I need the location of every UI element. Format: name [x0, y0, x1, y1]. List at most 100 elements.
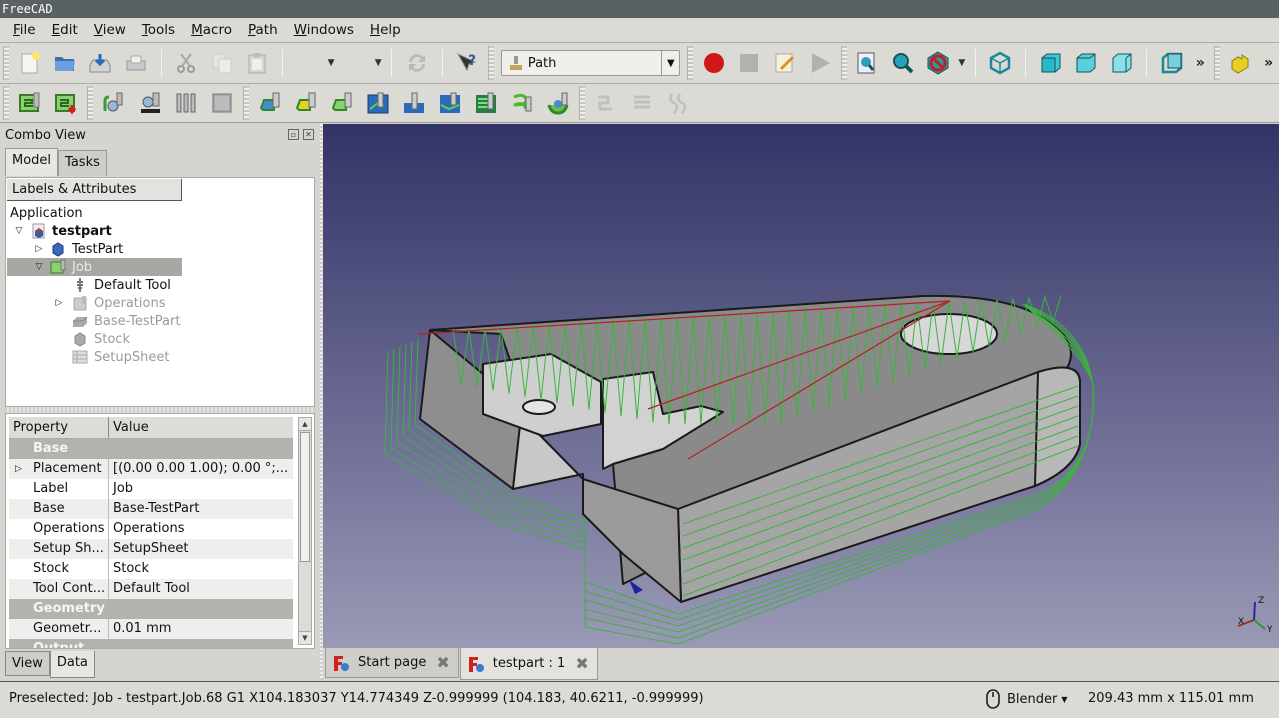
tab-testpart[interactable]: testpart : 1 ✖ [459, 648, 598, 680]
toolbar-grip[interactable] [840, 46, 847, 80]
tab-data[interactable]: Data [49, 651, 95, 678]
close-tab-icon[interactable]: ✖ [436, 653, 449, 672]
property-scrollbar[interactable]: ▲ ▼ [298, 417, 312, 645]
adaptive-button[interactable] [543, 88, 573, 118]
redo-button[interactable] [340, 48, 369, 78]
macro-edit-button[interactable] [770, 48, 799, 78]
property-value[interactable]: Job [109, 479, 293, 499]
fit-all-button[interactable] [853, 48, 882, 78]
property-value[interactable]: Operations [109, 519, 293, 539]
draw-style-button[interactable] [924, 48, 953, 78]
tool-library-button[interactable] [171, 88, 201, 118]
tree-item-testpart[interactable]: ▽ testpart [12, 222, 112, 240]
property-value[interactable]: Base-TestPart [109, 499, 293, 519]
open-file-button[interactable] [50, 48, 79, 78]
collapse-arrow[interactable]: ▽ [32, 262, 46, 272]
fit-selection-button[interactable] [888, 48, 917, 78]
sanity-check-button[interactable] [207, 88, 237, 118]
property-row-base[interactable]: Base Base-TestPart [9, 499, 293, 519]
value-column-header[interactable]: Value [109, 417, 293, 438]
toolbar-grip[interactable] [579, 86, 585, 120]
property-value[interactable]: 0.01 mm [109, 619, 293, 639]
stack-button[interactable] [627, 88, 657, 118]
property-group-base[interactable]: Base [9, 439, 293, 459]
undo-dropdown[interactable]: ▼ [325, 48, 337, 78]
tree-item-stock[interactable]: Stock [72, 330, 130, 348]
property-row-label[interactable]: Label Job [9, 479, 293, 499]
top-view-button[interactable] [1072, 48, 1101, 78]
scrollbar-thumb[interactable] [300, 432, 310, 562]
tree-item-setupsheet[interactable]: SetupSheet [72, 348, 169, 366]
paste-button[interactable] [242, 48, 271, 78]
tree-header[interactable]: Labels & Attributes [7, 179, 182, 201]
property-row-tool-controller[interactable]: Tool Cont... Default Tool [9, 579, 293, 599]
part-workbench-button[interactable] [1226, 48, 1255, 78]
property-row-operations[interactable]: Operations Operations [9, 519, 293, 539]
menu-macro[interactable]: Macro [191, 22, 232, 38]
tree-item-default-tool[interactable]: Default Tool [72, 276, 171, 294]
save-button[interactable] [86, 48, 115, 78]
path-dressup-button[interactable] [663, 88, 693, 118]
front-view-button[interactable] [1036, 48, 1065, 78]
macro-record-button[interactable] [699, 48, 728, 78]
expand-arrow[interactable]: ▷ [52, 298, 66, 308]
scroll-up-button[interactable]: ▲ [299, 418, 311, 431]
profile-edges-button[interactable] [327, 88, 357, 118]
rear-view-button[interactable] [1157, 48, 1186, 78]
toolbar-grip[interactable] [487, 46, 494, 80]
menu-path[interactable]: Path [248, 22, 278, 38]
property-value[interactable]: Stock [109, 559, 293, 579]
post-process-button[interactable] [51, 88, 81, 118]
property-row-geometry-tolerance[interactable]: Geometr... 0.01 mm [9, 619, 293, 639]
property-value[interactable]: [(0.00 0.00 1.00); 0.00 °;... [109, 459, 293, 479]
scroll-down-button[interactable]: ▼ [299, 631, 311, 644]
property-group-output[interactable]: Output [9, 639, 293, 648]
property-column-header[interactable]: Property [9, 417, 109, 438]
toolbar-grip[interactable] [87, 86, 93, 120]
3d-viewport[interactable]: Z X Y [323, 124, 1279, 648]
toolbar-grip[interactable] [243, 86, 249, 120]
tree-item-testpart-body[interactable]: ▷ TestPart [32, 240, 123, 258]
tree-item-job[interactable]: ▽ Job [7, 258, 182, 276]
close-panel-button[interactable]: ✕ [303, 129, 314, 140]
property-value[interactable]: Default Tool [109, 579, 293, 599]
isometric-view-button[interactable] [986, 48, 1015, 78]
helix-button[interactable] [507, 88, 537, 118]
inspect-gcode-button[interactable] [99, 88, 129, 118]
workbench-dropdown-caret[interactable]: ▼ [661, 51, 679, 75]
right-view-button[interactable] [1107, 48, 1136, 78]
macro-run-button[interactable] [805, 48, 834, 78]
job-button[interactable] [15, 88, 45, 118]
property-row-setup-sheet[interactable]: Setup Sh... SetupSheet [9, 539, 293, 559]
profile-contour-button[interactable] [291, 88, 321, 118]
navigation-style-selector[interactable]: Blender ▼ [986, 689, 1068, 709]
drilling-button[interactable] [399, 88, 429, 118]
collapse-arrow[interactable]: ▽ [12, 226, 26, 236]
tab-model[interactable]: Model [5, 148, 59, 176]
menu-windows[interactable]: Windows [294, 22, 354, 38]
expand-arrow[interactable]: ▷ [32, 244, 46, 254]
property-group-geometry[interactable]: Geometry [9, 599, 293, 619]
toolbar-grip[interactable] [687, 46, 694, 80]
property-value[interactable]: SetupSheet [109, 539, 293, 559]
menu-tools[interactable]: Tools [142, 22, 175, 38]
copy-button[interactable] [207, 48, 236, 78]
dressup-button[interactable] [591, 88, 621, 118]
simulator-button[interactable] [135, 88, 165, 118]
engrave-button[interactable] [435, 88, 465, 118]
face-mill-button[interactable] [471, 88, 501, 118]
toolbar-grip[interactable] [1213, 46, 1220, 80]
tab-tasks[interactable]: Tasks [58, 150, 107, 176]
print-button[interactable] [121, 48, 150, 78]
pocket-shape-button[interactable] [363, 88, 393, 118]
menu-help[interactable]: Help [370, 22, 401, 38]
new-file-button[interactable] [15, 48, 44, 78]
tree-item-base-testpart[interactable]: Base-TestPart [72, 312, 180, 330]
tab-start-page[interactable]: Start page ✖ [325, 648, 459, 678]
toolbar-overflow-button[interactable]: » [1196, 55, 1205, 71]
toolbar-overflow-button-2[interactable]: » [1264, 55, 1273, 71]
workbench-selector[interactable]: Path ▼ [500, 50, 681, 76]
draw-style-dropdown[interactable]: ▼ [956, 48, 968, 78]
profile-face-button[interactable] [255, 88, 285, 118]
cut-button[interactable] [172, 48, 201, 78]
